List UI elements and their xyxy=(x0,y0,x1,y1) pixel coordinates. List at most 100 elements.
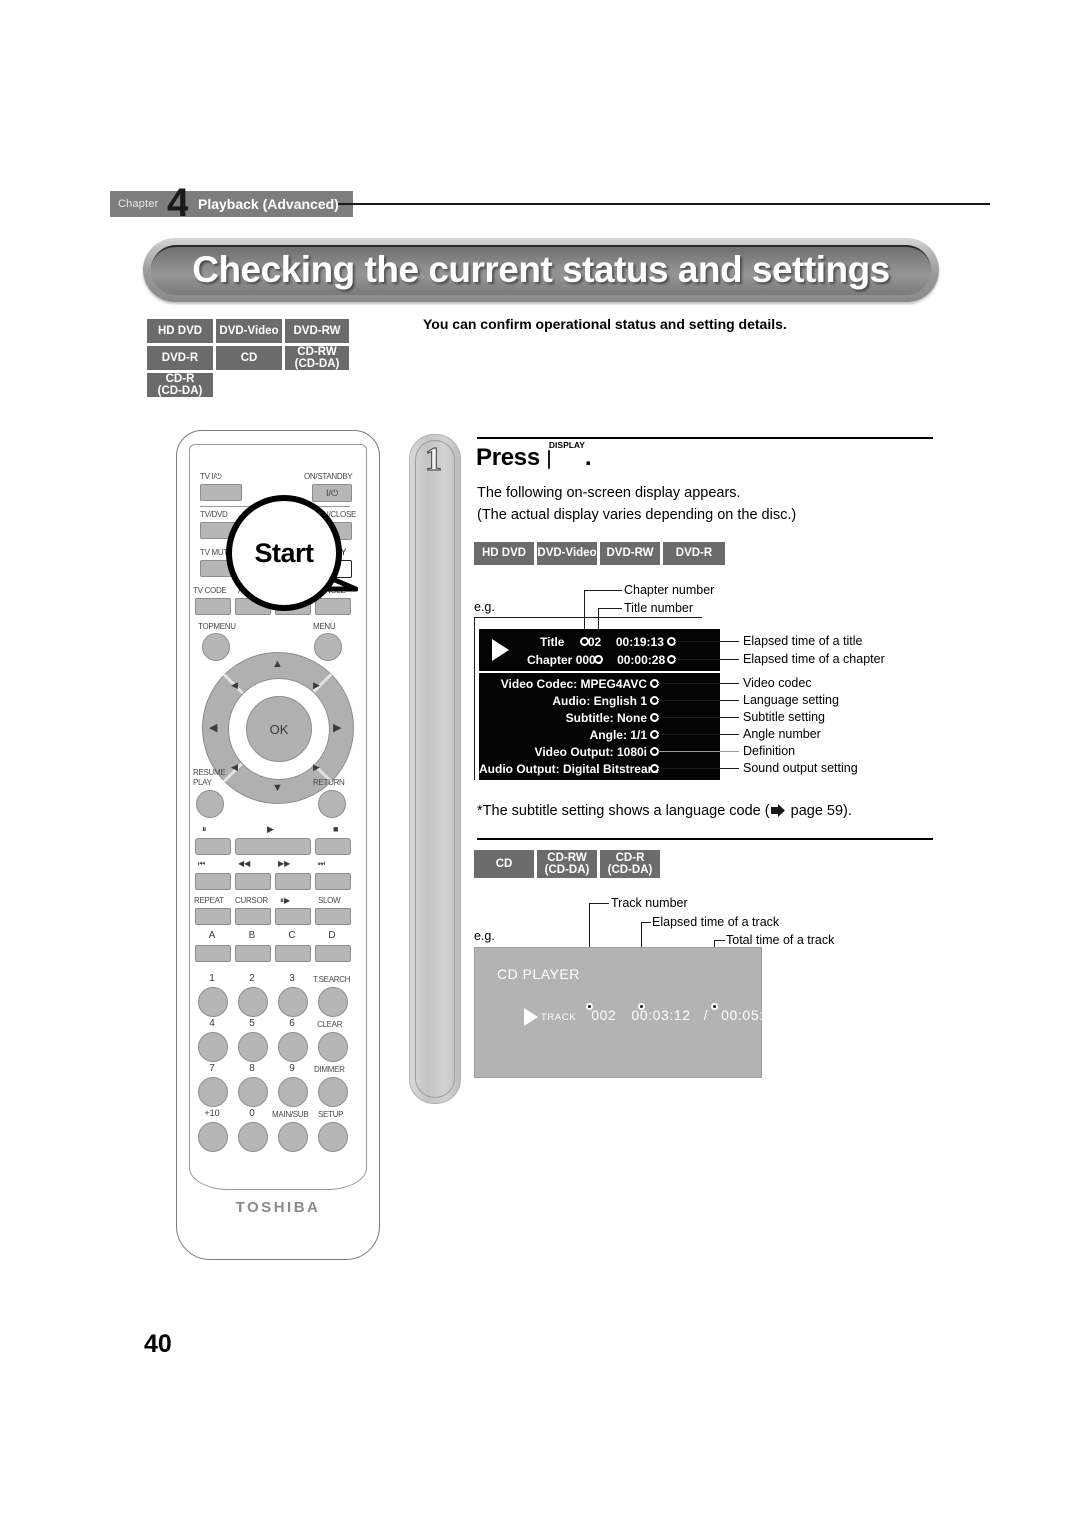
button-a[interactable] xyxy=(195,945,231,962)
label-3: 3 xyxy=(289,973,295,984)
badge-row: HD DVD DVD-Video DVD-RW xyxy=(146,318,350,344)
step-instruction: Press DISPLAY . xyxy=(476,440,592,472)
arrow-downleft-icon: ◀ xyxy=(231,762,238,772)
desc-line-1: The following on-screen display appears. xyxy=(477,485,741,501)
button-previous[interactable] xyxy=(195,873,231,890)
osd-title-time: 00:19:13 xyxy=(615,635,664,649)
start-callout: Start xyxy=(226,495,342,611)
button-8[interactable] xyxy=(238,1077,268,1107)
button-cursor[interactable] xyxy=(235,908,271,925)
label-mainsub: MAIN/SUB xyxy=(272,1110,309,1119)
button-rewind[interactable] xyxy=(235,873,271,890)
label-9: 9 xyxy=(289,1063,295,1074)
stop-icon: ■ xyxy=(333,824,339,834)
button-4[interactable] xyxy=(198,1032,228,1062)
label-plus10: +10 xyxy=(204,1108,220,1118)
arrow-upright-icon: ▶ xyxy=(313,680,320,690)
cd-track-word: TRACK xyxy=(541,1012,577,1023)
disc-compatibility-badges: HD DVD DVD-Video DVD-RW DVD-R CD CD-RW (… xyxy=(146,318,350,398)
page-title: Checking the current status and settings xyxy=(192,249,890,290)
button-3[interactable] xyxy=(278,987,308,1017)
osd-row-audio-output: Audio Output: Digital Bitstream xyxy=(479,762,659,776)
button-on-standby[interactable]: I/⏻ xyxy=(312,484,352,502)
label-6: 6 xyxy=(289,1018,295,1029)
button-6[interactable] xyxy=(278,1032,308,1062)
badge-cd: CD xyxy=(215,345,283,371)
anchor-dot-total xyxy=(711,1003,718,1010)
osd-chapter-time: 00:00:28 xyxy=(617,653,666,667)
callout-elapsed-track: Elapsed time of a track xyxy=(652,915,780,929)
button-return[interactable] xyxy=(318,790,346,818)
leader-line xyxy=(598,608,622,610)
callout-total-track: Total time of a track xyxy=(726,933,835,947)
step-number: 1 xyxy=(424,440,442,478)
label-b: B xyxy=(248,930,256,941)
eg-label-cd: e.g. xyxy=(474,929,495,943)
leader-line xyxy=(641,922,651,924)
badge-dvd-r: DVD-R xyxy=(146,345,214,371)
next-icon: ⏭ xyxy=(318,859,326,868)
button-play[interactable] xyxy=(235,838,311,855)
leader-line xyxy=(675,659,739,661)
button-d[interactable] xyxy=(315,945,351,962)
button-9[interactable] xyxy=(278,1077,308,1107)
arrow-down-icon: ▼ xyxy=(272,782,283,794)
button-resume-play[interactable] xyxy=(196,790,224,818)
label-dimmer: DIMMER xyxy=(314,1065,345,1074)
badge-cd-rw: CD-RW (CD-DA) xyxy=(536,849,598,879)
button-tv-power[interactable] xyxy=(200,484,242,501)
button-stop[interactable] xyxy=(315,838,351,855)
button-pause[interactable] xyxy=(195,838,231,855)
button-5[interactable] xyxy=(238,1032,268,1062)
callout-elapsed-chapter: Elapsed time of a chapter xyxy=(743,652,885,666)
callout-language-setting: Language setting xyxy=(743,693,839,707)
button-b[interactable] xyxy=(235,945,271,962)
leader-line xyxy=(658,700,739,702)
button-next[interactable] xyxy=(315,873,351,890)
button-2[interactable] xyxy=(238,987,268,1017)
eg-bracket-top xyxy=(474,617,702,619)
button-plus10[interactable] xyxy=(198,1122,228,1152)
label-a: A xyxy=(208,930,216,941)
badge-hd-dvd: HD DVD xyxy=(473,541,535,566)
button-c[interactable] xyxy=(275,945,311,962)
button-dimmer[interactable] xyxy=(318,1077,348,1107)
button-tv-code[interactable] xyxy=(195,598,231,615)
label-c: C xyxy=(288,930,296,941)
button-repeat[interactable] xyxy=(195,908,231,925)
badge-dvd-video: DVD-Video xyxy=(215,318,283,344)
label-slow: SLOW xyxy=(318,896,341,905)
start-callout-label: Start xyxy=(254,537,314,568)
button-setup[interactable] xyxy=(318,1122,348,1152)
button-mainsub[interactable] xyxy=(278,1122,308,1152)
button-angle[interactable] xyxy=(315,598,351,615)
badge-row: CD-R (CD-DA) xyxy=(146,372,350,398)
label-1: 1 xyxy=(209,973,215,984)
label-8: 8 xyxy=(249,1063,255,1074)
label-topmenu: TOPMENU xyxy=(198,622,236,631)
rewind-icon: ◀◀ xyxy=(238,859,251,868)
button-ok[interactable]: OK xyxy=(246,696,312,762)
button-fast-forward[interactable] xyxy=(275,873,311,890)
button-tsearch[interactable] xyxy=(318,987,348,1017)
button-step[interactable] xyxy=(275,908,311,925)
leader-line xyxy=(658,734,739,736)
label-tv-code: TV CODE xyxy=(193,586,227,595)
anchor-ring-chapter-number xyxy=(594,655,603,664)
display-key-cap xyxy=(547,450,550,469)
button-slow[interactable] xyxy=(315,908,351,925)
button-7[interactable] xyxy=(198,1077,228,1107)
button-1[interactable] xyxy=(198,987,228,1017)
header-rule xyxy=(338,203,990,205)
osd-row-subtitle: Subtitle: None xyxy=(565,711,647,725)
button-clear[interactable] xyxy=(318,1032,348,1062)
badge-cd-r: CD-R (CD-DA) xyxy=(146,372,214,398)
video-disc-badges: HD DVD DVD-Video DVD-RW DVD-R xyxy=(473,541,726,566)
osd-title-line: Title 002 00:19:13 xyxy=(540,635,664,649)
footnote-pre: *The subtitle setting shows a language c… xyxy=(477,803,770,819)
chapter-word: Chapter xyxy=(118,198,159,210)
label-d: D xyxy=(328,930,336,941)
badge-dvd-video: DVD-Video xyxy=(536,541,598,566)
button-0[interactable] xyxy=(238,1122,268,1152)
callout-sound-output: Sound output setting xyxy=(743,761,858,775)
